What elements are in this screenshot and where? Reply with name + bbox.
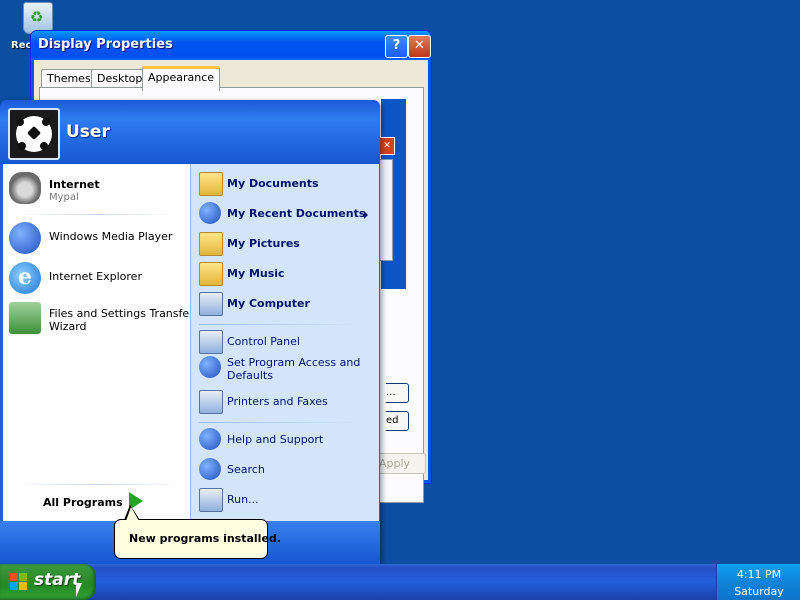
printer-icon bbox=[199, 390, 223, 414]
transfer-wizard-icon bbox=[9, 302, 41, 334]
raccoon-browser-icon bbox=[9, 172, 41, 204]
right-separator-2 bbox=[199, 422, 359, 423]
system-label: Printers and Faxes bbox=[227, 395, 328, 408]
user-name: User bbox=[66, 122, 110, 142]
right-separator bbox=[199, 324, 359, 325]
help-icon bbox=[199, 428, 221, 450]
program-access-icon bbox=[199, 356, 221, 378]
mouse-cursor-icon bbox=[76, 583, 82, 597]
my-music-icon bbox=[199, 262, 223, 286]
help-label: Help and Support bbox=[227, 433, 324, 446]
system-label: Set Program Access and bbox=[227, 356, 361, 369]
apply-button[interactable]: Apply bbox=[376, 453, 426, 474]
left-separator bbox=[15, 214, 180, 215]
balloon-tail-inner bbox=[126, 507, 139, 521]
submenu-arrow-icon bbox=[364, 211, 368, 219]
advanced-button[interactable]: ed bbox=[386, 411, 409, 431]
system-label: Control Panel bbox=[227, 335, 300, 348]
balloon-text: New programs installed. bbox=[129, 532, 281, 545]
close-button[interactable]: ✕ bbox=[408, 35, 431, 58]
preview-close-icon: ✕ bbox=[379, 137, 395, 155]
system-label-line2: Defaults bbox=[227, 369, 273, 382]
windows-flag-icon bbox=[10, 573, 28, 591]
tab-themes[interactable]: Themes bbox=[41, 69, 97, 88]
start-label: start bbox=[34, 570, 81, 590]
my-documents-icon bbox=[199, 172, 223, 196]
help-label: Run... bbox=[227, 493, 259, 506]
place-label: My Documents bbox=[227, 177, 319, 190]
media-player-icon bbox=[9, 222, 41, 254]
recent-label: Internet Explorer bbox=[49, 270, 142, 283]
pinned-internet[interactable]: Internet Mypal bbox=[9, 172, 184, 206]
recent-documents-icon bbox=[199, 202, 221, 224]
place-label: My Recent Documents bbox=[227, 207, 366, 220]
recent-label-line2: Wizard bbox=[49, 320, 87, 333]
all-programs-label[interactable]: All Programs bbox=[43, 496, 123, 509]
system-tray[interactable]: 4:11 PM Saturday bbox=[716, 564, 800, 600]
place-label: My Computer bbox=[227, 297, 310, 310]
place-label: My Pictures bbox=[227, 237, 300, 250]
my-computer-icon bbox=[199, 292, 223, 316]
effects-button[interactable]: ... bbox=[386, 383, 409, 403]
taskbar bbox=[0, 564, 800, 600]
help-label: Search bbox=[227, 463, 265, 476]
window-title-bar[interactable]: Display Properties ? ✕ bbox=[31, 31, 431, 60]
my-pictures-icon bbox=[199, 232, 223, 256]
start-menu-programs-pane: Internet Mypal Windows Media Player e In… bbox=[3, 164, 194, 521]
control-panel-icon bbox=[199, 330, 223, 354]
tab-appearance[interactable]: Appearance bbox=[142, 66, 221, 91]
search-icon bbox=[199, 458, 221, 480]
recent-files-settings-transfer[interactable]: Files and Settings Transfer Wizard bbox=[9, 302, 194, 338]
start-menu-header: User bbox=[0, 100, 380, 164]
notification-balloon[interactable]: New programs installed. bbox=[114, 519, 281, 559]
start-menu: User Internet Mypal Windows Media Player… bbox=[0, 100, 380, 564]
recent-internet-explorer[interactable]: e Internet Explorer bbox=[9, 262, 184, 296]
pinned-title: Internet bbox=[49, 178, 100, 191]
recent-label: Windows Media Player bbox=[49, 230, 173, 243]
pinned-subtitle: Mypal bbox=[49, 192, 79, 203]
window-title: Display Properties bbox=[38, 37, 173, 52]
help-button[interactable]: ? bbox=[385, 35, 408, 58]
internet-explorer-icon: e bbox=[9, 262, 41, 294]
recent-label: Files and Settings Transfer bbox=[49, 307, 194, 320]
run-icon bbox=[199, 488, 223, 512]
clock-day: Saturday bbox=[734, 585, 784, 598]
avatar[interactable] bbox=[8, 108, 60, 160]
clock-time: 4:11 PM bbox=[736, 568, 782, 581]
tab-desktop[interactable]: Desktop bbox=[91, 69, 149, 88]
start-menu-places-pane: My Documents My Recent Documents My Pict… bbox=[190, 164, 379, 521]
left-bottom-separator bbox=[15, 484, 180, 485]
soccer-ball-icon bbox=[16, 116, 52, 152]
place-label: My Music bbox=[227, 267, 285, 280]
recent-windows-media-player[interactable]: Windows Media Player bbox=[9, 222, 184, 256]
